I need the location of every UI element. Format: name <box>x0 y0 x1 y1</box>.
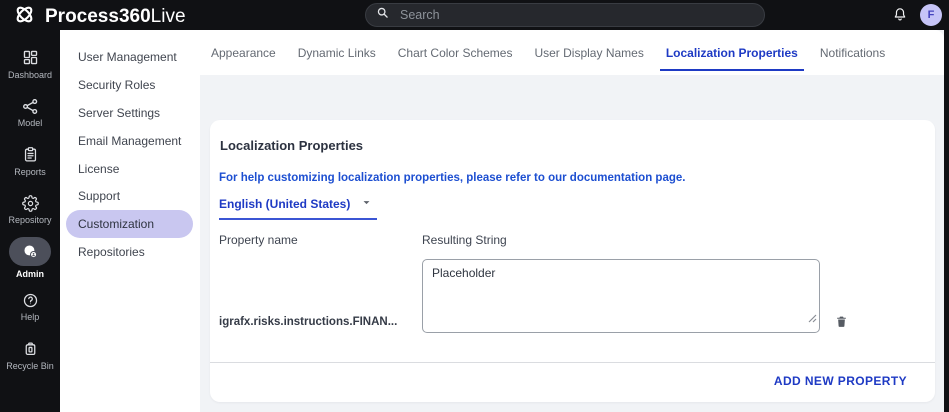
add-new-property-button[interactable]: ADD NEW PROPERTY <box>768 373 913 389</box>
tab-localization-properties[interactable]: Localization Properties <box>655 30 809 75</box>
global-search[interactable] <box>365 3 765 27</box>
sidebar-item-label: Dashboard <box>8 70 52 80</box>
column-header-property-name: Property name <box>219 233 422 247</box>
page-title: Localization Properties <box>220 138 363 153</box>
recycle-bin-icon <box>21 340 39 358</box>
menu-item-security-roles[interactable]: Security Roles <box>60 71 200 99</box>
admin-menu: User Management Security Roles Server Se… <box>60 30 200 412</box>
chevron-down-icon <box>360 196 373 212</box>
table-column-headers: Property name Resulting String <box>219 233 507 247</box>
help-text[interactable]: For help customizing localization proper… <box>219 172 685 184</box>
trash-icon[interactable] <box>834 314 848 330</box>
tab-appearance[interactable]: Appearance <box>200 30 287 75</box>
sidebar-item-recycle-bin[interactable]: Recycle Bin <box>0 331 60 380</box>
property-name-value: igrafx.risks.instructions.FINAN... <box>219 316 422 333</box>
language-selector-value: English (United States) <box>219 197 350 211</box>
topbar: Process360Live F <box>0 0 949 30</box>
sidebar-item-label: Recycle Bin <box>6 361 54 371</box>
menu-item-license[interactable]: License <box>60 155 200 183</box>
tab-dynamic-links[interactable]: Dynamic Links <box>287 30 387 75</box>
bell-icon[interactable] <box>891 6 909 24</box>
sidebar-item-model[interactable]: Model <box>0 89 60 138</box>
sidebar-item-label: Reports <box>14 167 46 177</box>
sidebar-item-help[interactable]: Help <box>0 283 60 332</box>
sidebar-item-label: Admin <box>16 269 44 279</box>
repository-icon <box>21 194 39 212</box>
tab-notifications[interactable]: Notifications <box>809 30 896 75</box>
main-content: Appearance Dynamic Links Chart Color Sch… <box>200 30 944 412</box>
resulting-string-input[interactable]: Placeholder <box>422 259 820 333</box>
divider <box>210 362 935 363</box>
process360-logo-icon <box>13 3 36 31</box>
sidebar-item-admin[interactable]: Admin <box>0 234 60 283</box>
avatar[interactable]: F <box>920 4 942 26</box>
admin-icon <box>9 237 51 266</box>
sidebar-item-label: Help <box>21 312 40 322</box>
tabbar: Appearance Dynamic Links Chart Color Sch… <box>200 30 944 75</box>
tab-user-display-names[interactable]: User Display Names <box>523 30 654 75</box>
app-title: Process360Live <box>45 5 186 29</box>
menu-item-email-management[interactable]: Email Management <box>60 127 200 155</box>
help-icon <box>21 291 39 309</box>
language-selector[interactable]: English (United States) <box>219 196 377 220</box>
column-header-resulting-string: Resulting String <box>422 233 507 247</box>
sidebar-item-repository[interactable]: Repository <box>0 186 60 235</box>
icon-rail: Dashboard Model Reports Repository <box>0 30 60 412</box>
sidebar-item-label: Repository <box>8 215 51 225</box>
search-icon <box>376 6 389 24</box>
sidebar-item-label: Model <box>18 118 43 128</box>
menu-item-repositories[interactable]: Repositories <box>60 238 200 266</box>
localization-properties-card: Localization Properties For help customi… <box>210 120 935 402</box>
sidebar-item-reports[interactable]: Reports <box>0 137 60 186</box>
table-row: igrafx.risks.instructions.FINAN... Place… <box>219 259 848 333</box>
menu-item-server-settings[interactable]: Server Settings <box>60 99 200 127</box>
dashboard-icon <box>21 49 39 67</box>
tab-chart-color-schemes[interactable]: Chart Color Schemes <box>387 30 524 75</box>
app-logo: Process360Live <box>13 3 186 31</box>
reports-icon <box>21 146 39 164</box>
menu-item-support[interactable]: Support <box>60 182 200 210</box>
search-input[interactable] <box>398 7 754 23</box>
sidebar-item-dashboard[interactable]: Dashboard <box>0 40 60 89</box>
menu-item-customization[interactable]: Customization <box>66 210 193 238</box>
menu-item-user-management[interactable]: User Management <box>60 43 200 71</box>
model-icon <box>21 97 39 115</box>
